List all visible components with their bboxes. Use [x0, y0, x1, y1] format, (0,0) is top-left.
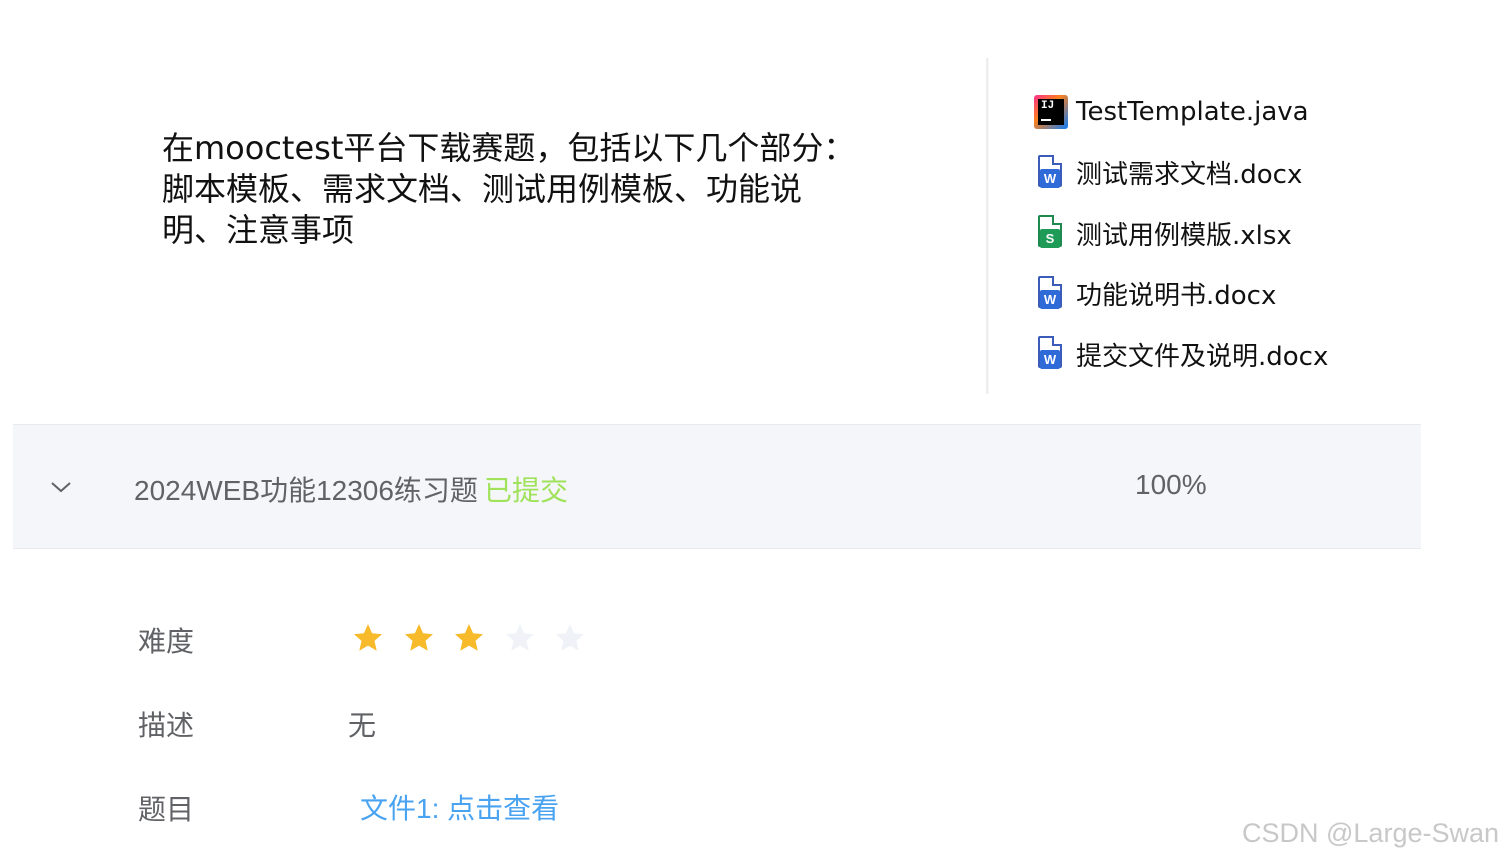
chevron-down-icon[interactable]: [50, 480, 72, 494]
difficulty-rating: [352, 622, 605, 654]
task-row[interactable]: 2024WEB功能12306练习题 已提交 100%: [13, 424, 1421, 549]
vertical-divider: [986, 58, 989, 394]
description-label: 描述: [138, 709, 195, 742]
intro-text: 在mooctest平台下载赛题，包括以下几个部分：脚本模板、需求文档、测试用例模…: [162, 129, 856, 249]
difficulty-label: 难度: [138, 625, 195, 658]
watermark: CSDN @Large-Swan: [1242, 818, 1500, 848]
problem-file-link[interactable]: 文件1: 点击查看: [360, 787, 559, 827]
file-item-testtemplate[interactable]: IJ TestTemplate.java: [1034, 82, 1328, 143]
file-name: 测试用例模版.xlsx: [1076, 220, 1292, 251]
file-name: TestTemplate.java: [1076, 97, 1309, 128]
task-title: 2024WEB功能12306练习题: [134, 475, 478, 506]
description-value: 无: [348, 709, 377, 742]
file-name: 提交文件及说明.docx: [1076, 341, 1329, 372]
task-title-line: 2024WEB功能12306练习题 已提交: [134, 469, 568, 509]
task-status-badge: 已提交: [483, 475, 568, 506]
star-filled-icon: [354, 624, 382, 651]
file-item-submission-doc[interactable]: W 提交文件及说明.docx: [1034, 324, 1328, 385]
star-empty-icon: [556, 624, 584, 651]
task-progress: 100%: [1135, 469, 1207, 500]
word-document-icon: W: [1034, 275, 1066, 313]
file-item-testcase-xlsx[interactable]: S 测试用例模版.xlsx: [1034, 203, 1328, 264]
star-filled-icon: [404, 624, 433, 651]
file-name: 功能说明书.docx: [1076, 281, 1277, 312]
file-item-requirements-doc[interactable]: W 测试需求文档.docx: [1034, 143, 1328, 204]
file-list: IJ TestTemplate.java W 测试需求文档.docx S 测试用…: [1034, 82, 1328, 385]
intellij-java-icon: IJ: [1034, 93, 1068, 131]
file-item-function-doc[interactable]: W 功能说明书.docx: [1034, 264, 1328, 325]
spreadsheet-icon: S: [1034, 214, 1066, 252]
star-filled-icon: [455, 624, 483, 651]
word-document-icon: W: [1034, 154, 1066, 192]
problem-label: 题目: [138, 793, 195, 826]
file-name: 测试需求文档.docx: [1076, 160, 1303, 191]
word-document-icon: W: [1034, 335, 1066, 373]
star-empty-icon: [505, 624, 534, 651]
